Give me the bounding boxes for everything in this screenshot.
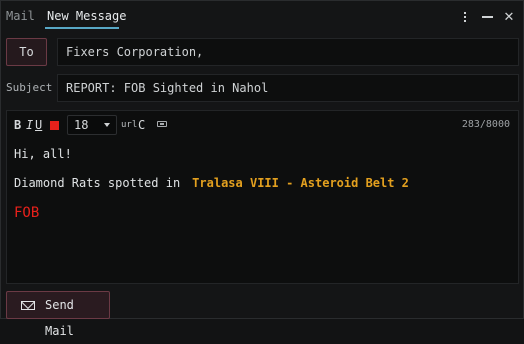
send-mail-label: Send Mail	[45, 298, 74, 338]
message-editor[interactable]: B I U 18 url C 283/8000 Hi, all! Diamond…	[6, 110, 519, 284]
to-field[interactable]: Fixers Corporation,	[57, 38, 519, 66]
minimize-icon[interactable]	[477, 7, 497, 27]
kebab-menu-icon[interactable]	[455, 7, 475, 27]
report-line: Diamond Rats spotted in Tralasa VIII - As…	[14, 176, 409, 190]
italic-button[interactable]: I	[26, 117, 33, 133]
bold-button[interactable]: B	[14, 117, 21, 133]
window-controls: ✕	[455, 7, 519, 27]
tab-mail[interactable]: Mail	[6, 1, 35, 32]
envelope-icon	[21, 301, 35, 310]
report-text: Diamond Rats spotted in	[14, 176, 181, 190]
insert-url-button[interactable]: url	[121, 117, 137, 133]
to-button[interactable]: To	[6, 38, 47, 66]
format-toolbar: B I U 18 url C 283/8000	[7, 111, 518, 139]
title-bar: Mail New Message ✕	[1, 1, 523, 32]
eraser-icon[interactable]	[157, 121, 167, 127]
subject-field[interactable]: REPORT: FOB Sighted in Nahol	[57, 74, 519, 102]
chevron-down-icon	[104, 123, 110, 127]
greeting-line: Hi, all!	[14, 147, 72, 161]
send-mail-button[interactable]: Send Mail	[6, 291, 110, 338]
font-size-select[interactable]: 18	[67, 115, 117, 135]
font-size-value: 18	[74, 118, 89, 132]
close-icon[interactable]: ✕	[499, 7, 519, 27]
clear-format-button[interactable]: C	[138, 117, 145, 133]
compose-window: Mail New Message ✕ To Fixers Corporation…	[0, 0, 524, 338]
location-link[interactable]: Tralasa VIII - Asteroid Belt 2	[192, 176, 409, 190]
active-tab-indicator	[45, 27, 119, 29]
subject-label: Subject	[6, 81, 53, 94]
underline-button[interactable]: U	[35, 117, 42, 133]
character-count: 283/8000	[461, 119, 510, 130]
text-color-swatch[interactable]	[50, 121, 59, 130]
alert-text: FOB	[14, 205, 40, 221]
